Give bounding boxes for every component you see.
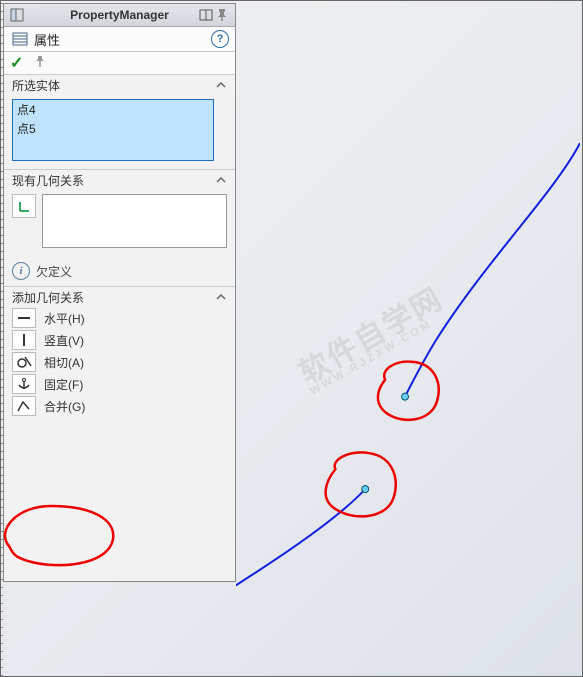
relation-icon [12, 194, 36, 218]
section-add-header[interactable]: 添加几何关系 [4, 287, 235, 307]
property-manager-panel: PropertyManager 属性 ? ✓ [3, 3, 236, 582]
titlebar-pin-button[interactable] [211, 6, 233, 24]
section-selected-title: 所选实体 [12, 77, 60, 94]
section-existing-title: 现有几何关系 [12, 172, 84, 189]
relation-label: 固定(F) [44, 376, 83, 393]
info-icon: i [12, 262, 30, 280]
relation-vertical[interactable]: 竖直(V) [4, 329, 235, 351]
anchor-icon [12, 374, 36, 394]
sketch-canvas[interactable] [236, 3, 580, 674]
merge-icon [12, 396, 36, 416]
properties-header: 属性 ? [4, 27, 235, 52]
collapse-icon [215, 79, 227, 94]
annotation-circle-lower [326, 452, 396, 516]
list-item[interactable]: 点4 [13, 100, 213, 119]
collapse-icon [215, 174, 227, 189]
relation-label: 相切(A) [44, 354, 84, 371]
relation-merge[interactable]: 合并(G) [4, 395, 235, 417]
help-button[interactable]: ? [211, 30, 229, 48]
relation-label: 竖直(V) [44, 332, 84, 349]
spline-upper[interactable] [405, 143, 580, 397]
sketch-point-lower[interactable] [362, 486, 369, 493]
collapse-icon [215, 291, 227, 306]
titlebar-left-button[interactable] [6, 6, 28, 24]
titlebar: PropertyManager [4, 4, 235, 27]
panel-icon [10, 8, 24, 22]
confirm-row: ✓ [4, 52, 235, 75]
vertical-icon [12, 330, 36, 350]
section-existing: 现有几何关系 i 欠定义 [4, 170, 235, 287]
horizontal-icon [12, 308, 36, 328]
relation-horizontal[interactable]: 水平(H) [4, 307, 235, 329]
app-root: PropertyManager 属性 ? ✓ [0, 0, 583, 677]
ok-button[interactable]: ✓ [10, 53, 23, 73]
section-add: 添加几何关系 水平(H) 竖直(V) 相切(A) 固定(F) [4, 287, 235, 417]
selected-entities-list[interactable]: 点4 点5 [12, 99, 214, 161]
titlebar-title: PropertyManager [70, 8, 169, 22]
existing-relations-list[interactable] [42, 194, 227, 248]
add-relations-list: 水平(H) 竖直(V) 相切(A) 固定(F) 合并(G) [4, 307, 235, 417]
pushpin-small-icon [33, 55, 47, 69]
relation-tangent[interactable]: 相切(A) [4, 351, 235, 373]
section-add-title: 添加几何关系 [12, 289, 84, 306]
help-icon: ? [211, 30, 229, 48]
relation-fix[interactable]: 固定(F) [4, 373, 235, 395]
tangent-icon [12, 352, 36, 372]
keep-visible-button[interactable] [33, 55, 47, 72]
sketch-point-upper[interactable] [402, 393, 409, 400]
properties-label: 属性 [34, 30, 211, 49]
section-selected: 所选实体 点4 点5 [4, 75, 235, 170]
section-existing-header[interactable]: 现有几何关系 [4, 170, 235, 190]
section-selected-header[interactable]: 所选实体 [4, 75, 235, 95]
pushpin-icon [215, 8, 229, 22]
properties-icon [10, 32, 30, 46]
relation-label: 水平(H) [44, 310, 85, 327]
relation-label: 合并(G) [44, 398, 85, 415]
status-text: 欠定义 [36, 263, 72, 280]
list-item[interactable]: 点5 [13, 119, 213, 138]
status-info: i 欠定义 [4, 256, 235, 286]
